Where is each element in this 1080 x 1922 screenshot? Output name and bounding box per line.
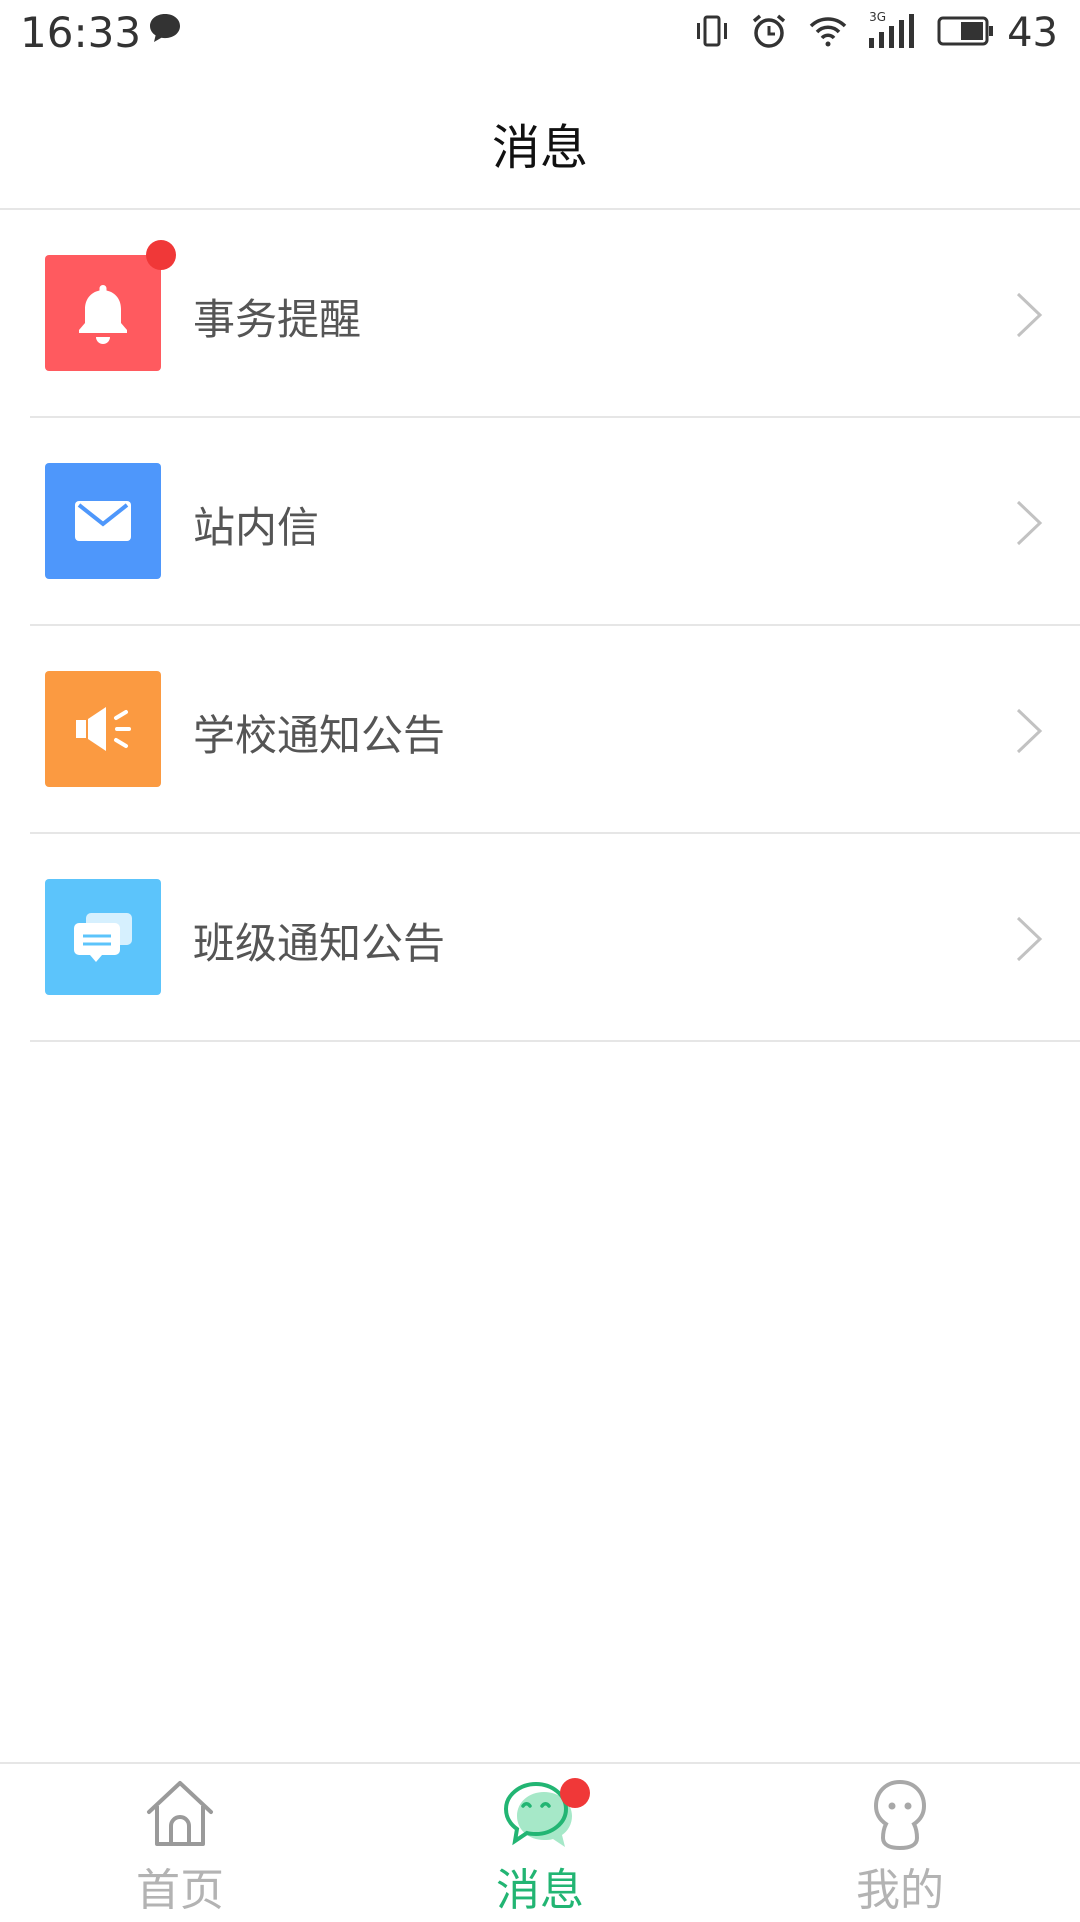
page-title: 消息 <box>491 120 588 176</box>
list-item-internal-mail[interactable]: 站内信 <box>30 418 1080 626</box>
list-item-class-notice[interactable]: 班级通知公告 <box>30 834 1080 1042</box>
home-icon <box>143 1778 217 1854</box>
list-item-school-notice[interactable]: 学校通知公告 <box>30 626 1080 834</box>
list-item-label: 学校通知公告 <box>193 711 446 760</box>
speaker-icon <box>45 671 161 787</box>
battery-level: 43 <box>1007 10 1058 56</box>
chevron-right-icon <box>1014 290 1044 344</box>
chat-bubble-icon <box>148 12 182 48</box>
bottom-tab-bar: 首页 消息 我的 <box>0 1762 1080 1922</box>
title-bar: 消息 <box>0 66 1080 210</box>
tab-label: 我的 <box>856 1865 944 1916</box>
signal-icon: 3G <box>869 10 915 52</box>
tab-profile[interactable]: 我的 <box>720 1764 1080 1922</box>
profile-icon <box>868 1778 932 1856</box>
chevron-right-icon <box>1014 498 1044 552</box>
unread-badge <box>560 1778 590 1808</box>
mail-icon <box>45 463 161 579</box>
chevron-right-icon <box>1014 914 1044 968</box>
wifi-icon <box>809 15 847 51</box>
tab-home[interactable]: 首页 <box>0 1764 360 1922</box>
tab-label: 消息 <box>496 1865 584 1916</box>
status-bar: 16:33 3G 43 <box>0 0 1080 66</box>
bell-icon <box>45 255 161 371</box>
unread-badge <box>146 240 176 270</box>
tab-messages[interactable]: 消息 <box>360 1764 720 1922</box>
alarm-icon <box>751 13 787 53</box>
list-item-label: 班级通知公告 <box>193 919 446 968</box>
tab-label: 首页 <box>136 1865 224 1916</box>
list-item-label: 站内信 <box>193 503 320 552</box>
status-time: 16:33 <box>20 8 142 57</box>
vibrate-icon <box>695 14 729 52</box>
list-item-affairs-reminder[interactable]: 事务提醒 <box>30 210 1080 418</box>
message-category-list: 事务提醒 站内信 学校通知公告 班级通知公告 <box>0 210 1080 1042</box>
list-item-label: 事务提醒 <box>193 295 362 344</box>
battery-icon <box>937 15 995 51</box>
network-type-label: 3G <box>869 10 887 24</box>
chat-cards-icon <box>45 879 161 995</box>
chevron-right-icon <box>1014 706 1044 760</box>
